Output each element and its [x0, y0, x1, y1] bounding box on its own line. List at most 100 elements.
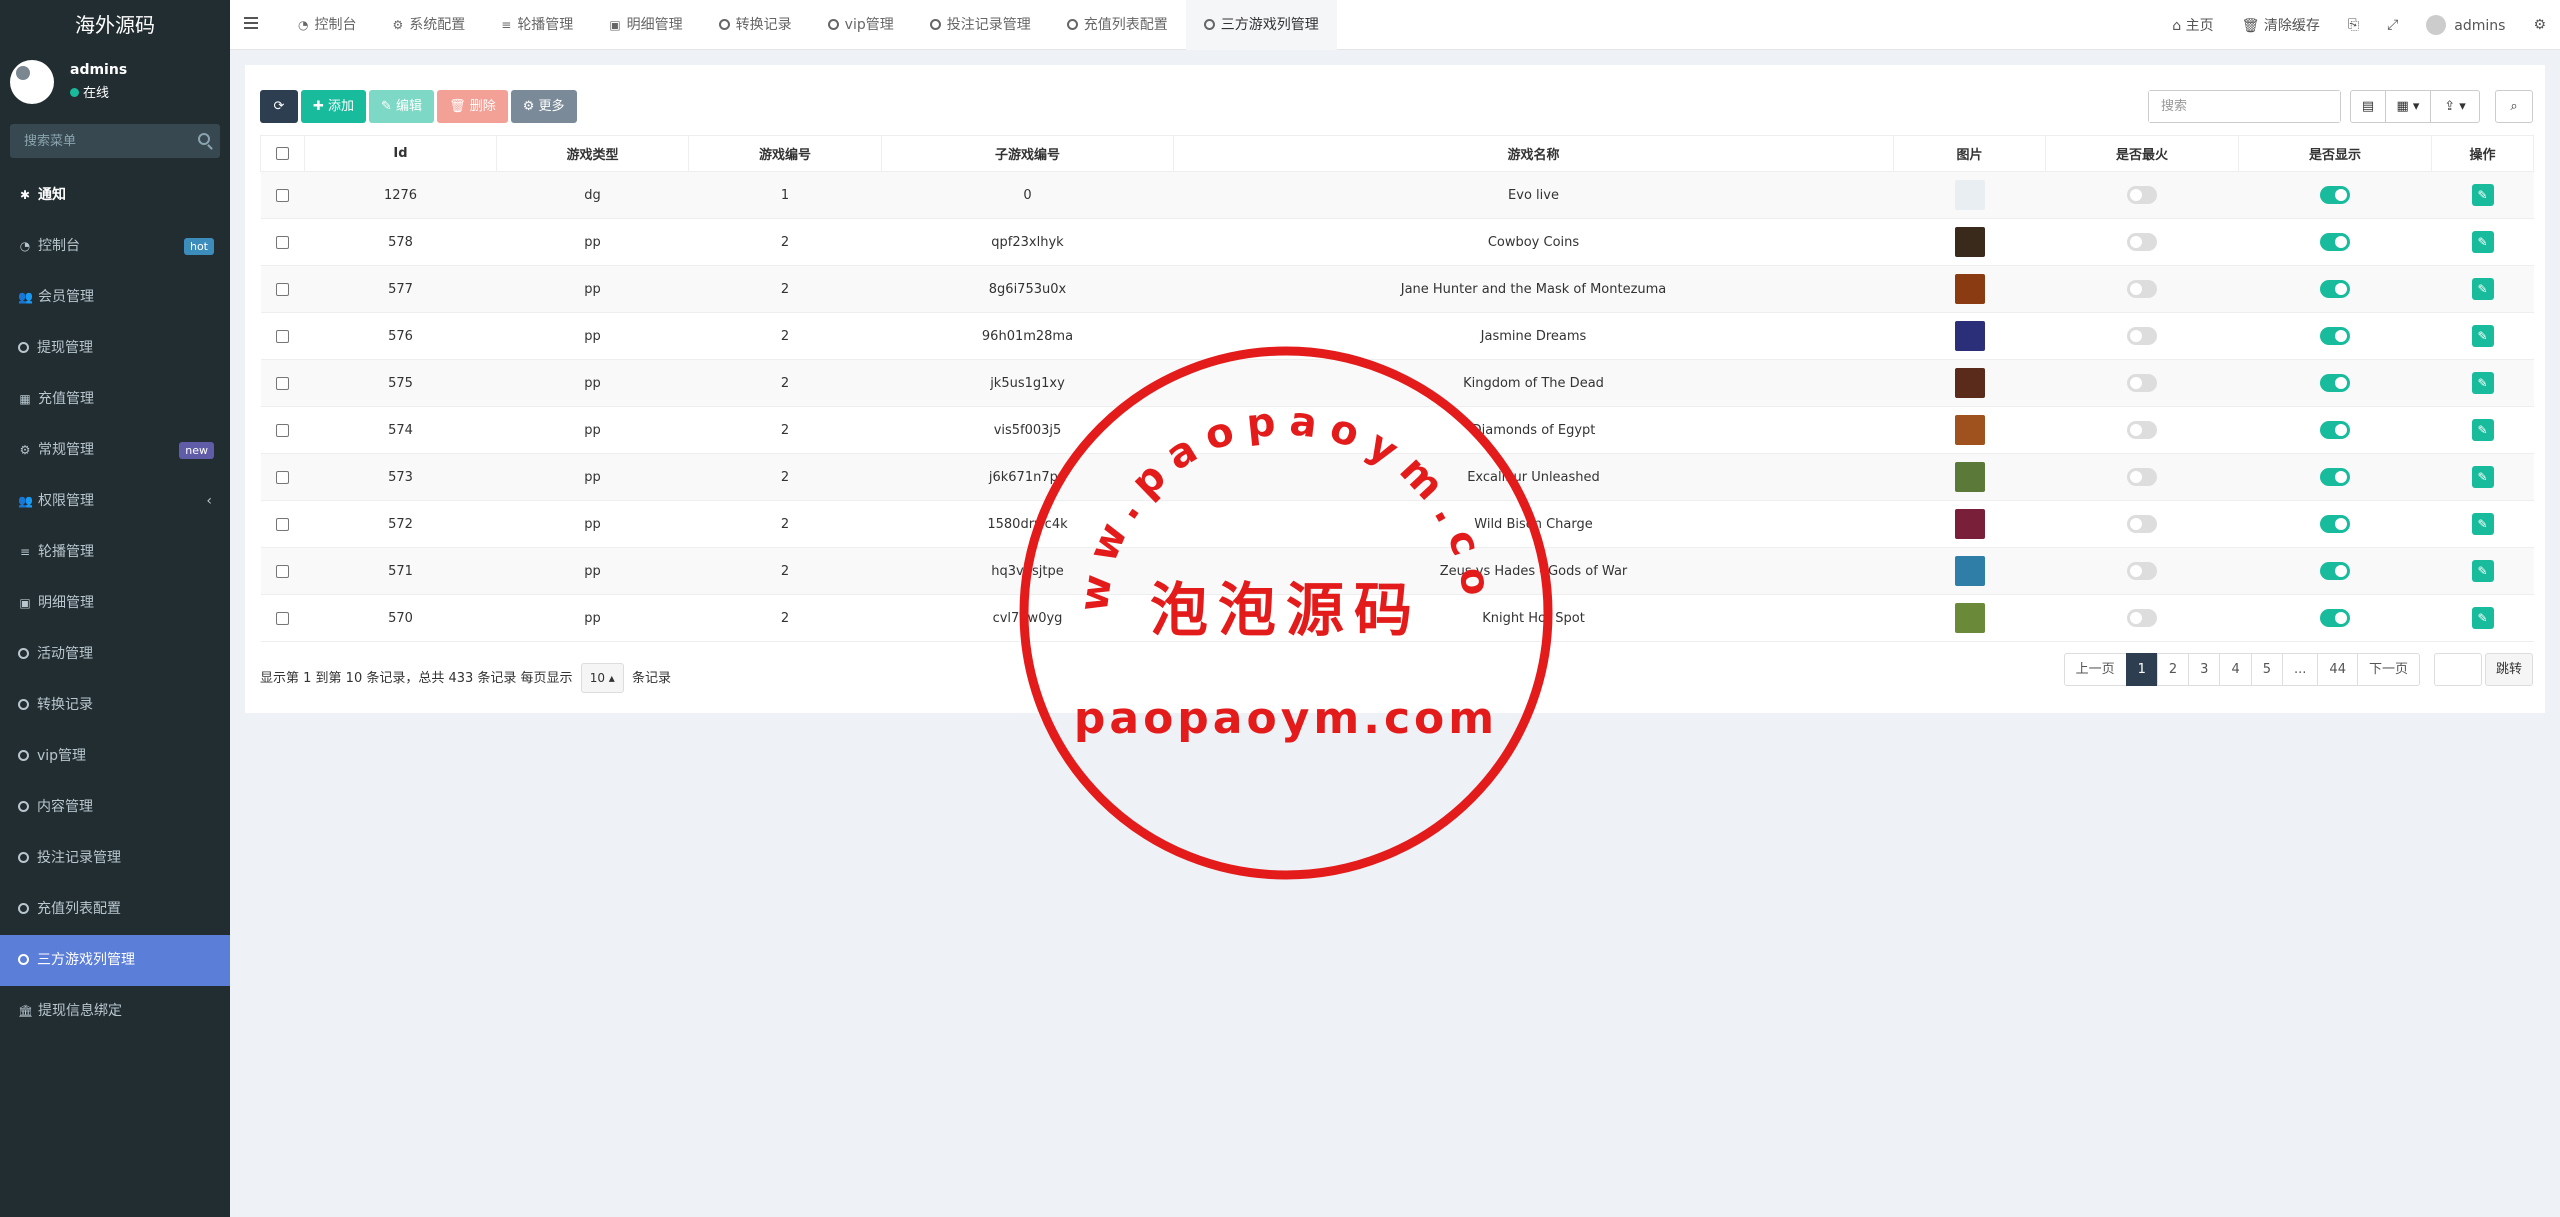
row-checkbox[interactable] — [276, 376, 289, 390]
game-thumbnail[interactable] — [1954, 415, 1985, 445]
page-button[interactable]: ... — [2282, 653, 2319, 686]
sidebar-item-8[interactable]: ▣ 明细管理 — [0, 578, 230, 629]
page-jump-input[interactable] — [2433, 653, 2482, 686]
row-checkbox[interactable] — [276, 235, 289, 249]
sidebar-item-14[interactable]: 充值列表配置 — [0, 884, 230, 935]
hot-toggle[interactable] — [2127, 233, 2157, 251]
user-menu[interactable]: admins — [2412, 15, 2519, 35]
show-toggle[interactable] — [2320, 609, 2350, 627]
row-checkbox[interactable] — [276, 517, 289, 531]
page-jump-button[interactable]: 跳转 — [2484, 653, 2533, 686]
tab-6[interactable]: 投注记录管理 — [912, 0, 1049, 50]
delete-button[interactable]: 🗑 删除 — [437, 90, 508, 123]
show-toggle[interactable] — [2320, 562, 2350, 580]
edit-row-icon[interactable]: ✎ — [2471, 278, 2494, 300]
sidebar-item-12[interactable]: 内容管理 — [0, 782, 230, 833]
sidebar-item-3[interactable]: 提现管理 — [0, 323, 230, 374]
row-checkbox[interactable] — [276, 564, 289, 578]
app-logo[interactable]: 海外源码 — [0, 0, 230, 50]
game-thumbnail[interactable] — [1954, 509, 1985, 539]
home-link[interactable]: ⌂ 主页 — [2158, 15, 2227, 35]
page-button[interactable]: 上一页 — [2063, 653, 2127, 686]
game-thumbnail[interactable] — [1954, 368, 1985, 398]
translate-icon[interactable]: ⎘ — [2334, 17, 2373, 33]
sidebar-item-0[interactable]: ✱ 通知 — [0, 170, 230, 221]
page-button[interactable]: 5 — [2250, 653, 2284, 686]
table-search-input[interactable] — [2149, 91, 2340, 122]
clear-cache-button[interactable]: 🗑 清除缓存 — [2228, 15, 2334, 35]
fullscreen-icon[interactable]: ⤢ — [2373, 17, 2412, 33]
page-button[interactable]: 4 — [2219, 653, 2252, 686]
sidebar-item-4[interactable]: ▦ 充值管理 — [0, 374, 230, 425]
export-button[interactable]: ⇪ ▾ — [2430, 90, 2480, 123]
tab-5[interactable]: vip管理 — [810, 0, 912, 50]
page-button[interactable]: 44 — [2317, 653, 2358, 686]
row-checkbox[interactable] — [276, 282, 289, 296]
game-thumbnail[interactable] — [1954, 180, 1985, 210]
tab-7[interactable]: 充值列表配置 — [1049, 0, 1186, 50]
edit-row-icon[interactable]: ✎ — [2471, 325, 2494, 347]
edit-row-icon[interactable]: ✎ — [2471, 184, 2494, 206]
hot-toggle[interactable] — [2127, 468, 2157, 486]
column-header[interactable]: 是否显示 — [2238, 135, 2432, 172]
settings-gear-icon[interactable]: ⚙ — [2519, 17, 2560, 33]
column-header[interactable]: 是否最火 — [2045, 135, 2239, 172]
show-toggle[interactable] — [2320, 515, 2350, 533]
edit-row-icon[interactable]: ✎ — [2471, 607, 2494, 629]
sidebar-item-7[interactable]: ≡ 轮播管理 — [0, 527, 230, 578]
page-button[interactable]: 2 — [2156, 653, 2190, 686]
page-size-select[interactable]: 10 ▴ — [580, 663, 624, 693]
sidebar-item-2[interactable]: 👥 会员管理 — [0, 272, 230, 323]
tab-2[interactable]: ≡ 轮播管理 — [483, 0, 591, 50]
column-header[interactable]: 游戏类型 — [496, 135, 689, 172]
row-checkbox[interactable] — [276, 188, 289, 202]
edit-row-icon[interactable]: ✎ — [2471, 419, 2494, 441]
game-thumbnail[interactable] — [1954, 321, 1985, 351]
column-header[interactable]: 游戏编号 — [688, 135, 882, 172]
show-toggle[interactable] — [2320, 280, 2350, 298]
game-thumbnail[interactable] — [1954, 556, 1985, 586]
sidebar-item-15[interactable]: 三方游戏列管理 — [0, 935, 230, 986]
sidebar-item-9[interactable]: 活动管理 — [0, 629, 230, 680]
row-checkbox[interactable] — [276, 329, 289, 343]
sidebar-item-11[interactable]: vip管理 — [0, 731, 230, 782]
hot-toggle[interactable] — [2127, 280, 2157, 298]
hot-toggle[interactable] — [2127, 609, 2157, 627]
row-checkbox[interactable] — [276, 611, 289, 625]
page-button[interactable]: 3 — [2188, 653, 2221, 686]
edit-row-icon[interactable]: ✎ — [2471, 466, 2494, 488]
tab-1[interactable]: ⚙ 系统配置 — [374, 0, 483, 50]
tab-0[interactable]: ◔ 控制台 — [280, 0, 374, 50]
hot-toggle[interactable] — [2127, 186, 2157, 204]
columns-button[interactable]: ▦ ▾ — [2385, 90, 2431, 123]
sidebar-item-6[interactable]: 👥 权限管理 ‹ — [0, 476, 230, 527]
row-checkbox[interactable] — [276, 470, 289, 484]
menu-search-input[interactable] — [10, 124, 220, 158]
tab-3[interactable]: ▣ 明细管理 — [591, 0, 700, 50]
hot-toggle[interactable] — [2127, 374, 2157, 392]
sidebar-item-16[interactable]: 🏛 提现信息绑定 — [0, 986, 230, 1037]
row-checkbox[interactable] — [276, 423, 289, 437]
game-thumbnail[interactable] — [1954, 274, 1985, 304]
tab-4[interactable]: 转换记录 — [701, 0, 810, 50]
show-toggle[interactable] — [2320, 233, 2350, 251]
page-button[interactable]: 下一页 — [2356, 653, 2420, 686]
sidebar-item-10[interactable]: 转换记录 — [0, 680, 230, 731]
refresh-button[interactable]: ⟳ — [260, 90, 298, 123]
page-button[interactable]: 1 — [2125, 653, 2158, 686]
hot-toggle[interactable] — [2127, 327, 2157, 345]
sidebar-item-1[interactable]: ◔ 控制台 hot — [0, 221, 230, 272]
edit-row-icon[interactable]: ✎ — [2471, 560, 2494, 582]
edit-row-icon[interactable]: ✎ — [2471, 513, 2494, 535]
column-header[interactable]: 操作 — [2431, 135, 2534, 172]
edit-row-icon[interactable]: ✎ — [2471, 372, 2494, 394]
advanced-search-button[interactable]: ⌕ — [2495, 90, 2533, 123]
add-button[interactable]: ✚ 添加 — [301, 90, 367, 123]
search-icon[interactable] — [198, 133, 210, 145]
tab-8[interactable]: 三方游戏列管理 — [1185, 0, 1337, 50]
show-toggle[interactable] — [2320, 421, 2350, 439]
hot-toggle[interactable] — [2127, 421, 2157, 439]
show-toggle[interactable] — [2320, 468, 2350, 486]
show-toggle[interactable] — [2320, 374, 2350, 392]
show-toggle[interactable] — [2320, 327, 2350, 345]
